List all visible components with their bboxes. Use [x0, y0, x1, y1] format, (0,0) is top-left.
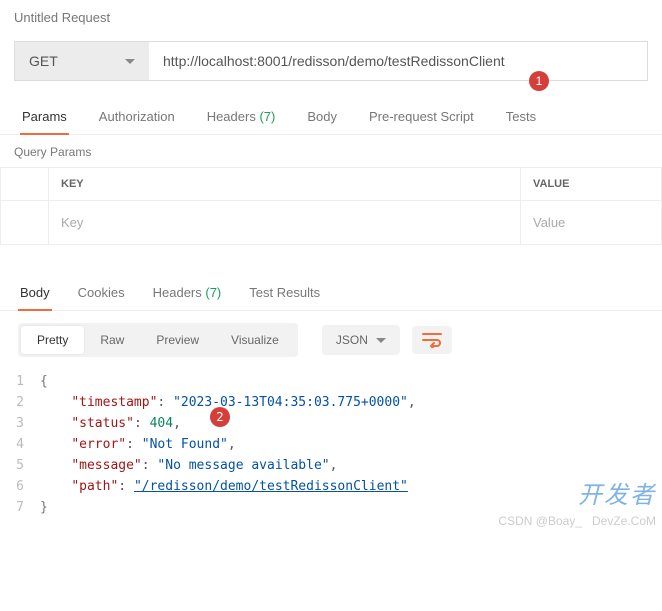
chevron-down-icon [125, 59, 135, 64]
resp-tab-test-results[interactable]: Test Results [247, 275, 322, 310]
key-input[interactable]: Key [49, 201, 521, 244]
chevron-down-icon [376, 338, 386, 343]
tab-tests[interactable]: Tests [504, 99, 538, 134]
view-preview[interactable]: Preview [140, 326, 215, 354]
line-number: 1 [0, 371, 40, 392]
tab-prerequest[interactable]: Pre-request Script [367, 99, 476, 134]
annotation-badge-1: 1 [529, 71, 549, 91]
line-number: 7 [0, 497, 40, 518]
tab-headers[interactable]: Headers (7) [205, 99, 278, 134]
url-wrapper: 1 [149, 41, 648, 81]
table-row: Key Value [1, 201, 661, 244]
line-number: 5 [0, 455, 40, 476]
view-visualize[interactable]: Visualize [215, 326, 295, 354]
response-body-code: 1{ 2 "timestamp": "2023-03-13T04:35:03.7… [0, 367, 662, 528]
resp-tab-headers[interactable]: Headers (7) [151, 275, 224, 310]
response-tabs: Body Cookies Headers (7) Test Results [0, 275, 662, 311]
checkbox-column [1, 168, 49, 200]
view-mode-tabs: Pretty Raw Preview Visualize [18, 323, 298, 357]
format-dropdown[interactable]: JSON [322, 325, 400, 355]
method-dropdown[interactable]: GET [14, 41, 149, 81]
line-number: 3 [0, 413, 40, 434]
method-label: GET [29, 53, 58, 69]
tab-authorization[interactable]: Authorization [97, 99, 177, 134]
line-number: 6 [0, 476, 40, 497]
row-checkbox[interactable] [1, 201, 49, 244]
annotation-badge-2: 2 [210, 407, 230, 427]
view-pretty[interactable]: Pretty [21, 326, 84, 354]
tab-headers-label: Headers [207, 109, 256, 124]
table-header: KEY VALUE [1, 168, 661, 201]
tab-body[interactable]: Body [305, 99, 339, 134]
request-row: GET 1 [14, 41, 648, 81]
value-input[interactable]: Value [521, 201, 661, 244]
line-number: 4 [0, 434, 40, 455]
url-input[interactable] [149, 41, 648, 81]
view-bar: Pretty Raw Preview Visualize JSON [0, 311, 662, 367]
resp-headers-label: Headers [153, 285, 202, 300]
value-header: VALUE [521, 168, 661, 200]
tab-params[interactable]: Params [20, 99, 69, 134]
query-params-table: KEY VALUE Key Value [0, 167, 662, 245]
tab-headers-count: (7) [259, 109, 275, 124]
wrap-lines-icon [422, 332, 442, 348]
query-params-title: Query Params [0, 135, 662, 167]
resp-tab-cookies[interactable]: Cookies [76, 275, 127, 310]
line-number: 2 [0, 392, 40, 413]
resp-headers-count: (7) [205, 285, 221, 300]
resp-tab-body[interactable]: Body [18, 275, 52, 310]
wrap-button[interactable] [412, 326, 452, 354]
key-header: KEY [49, 168, 521, 200]
format-label: JSON [336, 333, 368, 347]
view-raw[interactable]: Raw [84, 326, 140, 354]
request-tabs: Params Authorization Headers (7) Body Pr… [0, 99, 662, 135]
request-title: Untitled Request [0, 0, 662, 33]
